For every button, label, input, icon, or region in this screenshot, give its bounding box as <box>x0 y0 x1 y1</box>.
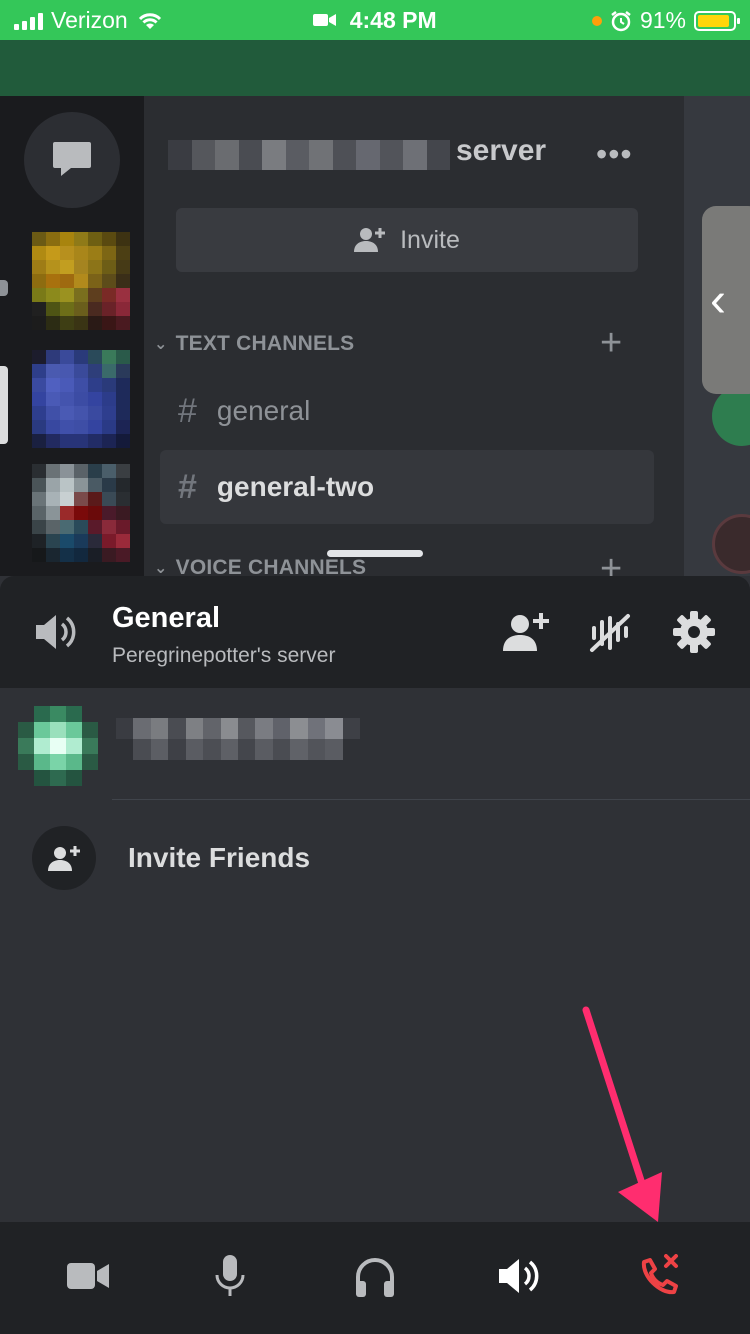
add-user-icon <box>503 613 549 651</box>
in-call-banner[interactable] <box>0 40 750 96</box>
channel-panel: server ••• Invite ⌄ TEXT CHANNELS + # ge… <box>144 96 684 576</box>
mic-in-use-dot-icon <box>591 15 602 26</box>
hash-icon: # <box>178 391 197 430</box>
headphones-icon <box>356 1258 394 1297</box>
server-list <box>0 96 144 576</box>
chevron-down-icon: ⌄ <box>154 560 168 576</box>
member-divider <box>112 799 750 800</box>
voice-channels-category[interactable]: ⌄ VOICE CHANNELS <box>154 556 366 576</box>
chevron-left-icon: ‹ <box>710 273 726 327</box>
deafen-button[interactable] <box>345 1246 405 1306</box>
server-more-options-icon[interactable]: ••• <box>596 136 633 173</box>
chevron-down-icon: ⌄ <box>154 336 168 353</box>
audio-output-button[interactable] <box>488 1246 548 1306</box>
camera-in-use-icon <box>313 12 337 28</box>
server-icon-2[interactable] <box>32 350 130 448</box>
video-camera-icon <box>67 1263 109 1289</box>
voice-controls-bar <box>0 1222 750 1334</box>
member-name-redacted <box>116 718 360 760</box>
channel-name: general-two <box>216 471 375 502</box>
disconnect-button[interactable] <box>630 1246 690 1306</box>
invite-button[interactable]: Invite <box>176 208 638 272</box>
add-user-icon <box>48 846 80 871</box>
channel-general[interactable]: # general <box>160 374 654 448</box>
hash-icon: # <box>178 467 197 506</box>
status-right: 91% <box>591 7 740 34</box>
invite-button-label: Invite <box>400 225 460 254</box>
sheet-drag-handle[interactable] <box>327 550 423 557</box>
add-voice-channel-icon[interactable]: + <box>600 548 622 576</box>
text-channels-category[interactable]: ⌄ TEXT CHANNELS <box>154 332 354 356</box>
voice-settings-button[interactable] <box>668 606 720 658</box>
discord-app-background: server ••• Invite ⌄ TEXT CHANNELS + # ge… <box>0 96 750 576</box>
ios-status-bar: Verizon 4:48 PM 91% <box>0 0 750 40</box>
disconnect-call-icon <box>641 1254 678 1295</box>
speaker-icon <box>499 1259 539 1293</box>
channel-name: general <box>216 395 311 426</box>
settings-gear-icon <box>673 611 715 653</box>
server-icon-1[interactable] <box>32 232 130 330</box>
server-name-redacted <box>168 140 450 170</box>
voice-channels-label: VOICE CHANNELS <box>175 556 367 576</box>
member-avatar-redacted <box>18 706 98 786</box>
add-text-channel-icon[interactable]: + <box>600 322 622 365</box>
invite-friends-avatar <box>32 826 96 890</box>
video-toggle-button[interactable] <box>58 1246 118 1306</box>
noise-suppression-button[interactable] <box>584 606 636 658</box>
alarm-icon <box>611 10 631 31</box>
voice-channel-title: General <box>112 602 220 634</box>
server-unread-indicator <box>0 280 8 296</box>
voice-sheet-header: General Peregrinepotter's server <box>0 576 750 688</box>
chat-bubble-icon <box>53 142 91 176</box>
battery-percent: 91% <box>639 7 686 33</box>
clock: 4:48 PM <box>349 7 437 33</box>
add-user-icon <box>354 228 386 252</box>
speaker-icon <box>36 615 76 649</box>
invite-friends-row[interactable]: Invite Friends <box>0 806 750 910</box>
text-channels-label: TEXT CHANNELS <box>175 332 355 355</box>
voice-member-row[interactable] <box>0 688 750 800</box>
direct-messages-button[interactable] <box>24 112 120 208</box>
server-selected-indicator <box>0 366 8 444</box>
channel-general-two[interactable]: # general-two <box>160 450 654 524</box>
microphone-icon <box>215 1255 245 1296</box>
invite-to-voice-button[interactable] <box>500 606 552 658</box>
noise-suppression-icon <box>590 614 630 652</box>
server-name[interactable]: server <box>456 134 546 168</box>
battery-icon <box>694 10 740 31</box>
voice-channel-sheet: General Peregrinepotter's server Invite … <box>0 576 750 1334</box>
mute-microphone-button[interactable] <box>200 1246 260 1306</box>
invite-friends-label: Invite Friends <box>128 842 311 873</box>
drawer-tab[interactable]: ‹ <box>702 206 750 394</box>
server-icon-3[interactable] <box>32 464 130 562</box>
voice-channel-server: Peregrinepotter's server <box>112 644 336 667</box>
